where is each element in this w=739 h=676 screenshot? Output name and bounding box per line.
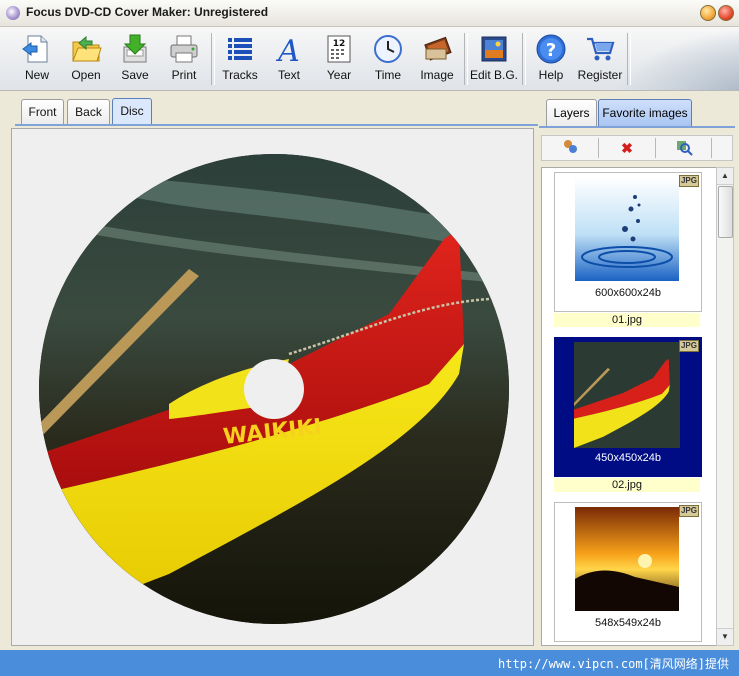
- tab-favorite-images[interactable]: Favorite images: [598, 99, 692, 126]
- design-canvas[interactable]: WAIKIKI: [11, 128, 534, 646]
- close-button[interactable]: [718, 5, 734, 21]
- jpg-format-badge: JPG: [678, 175, 699, 187]
- image-thumbnail: [575, 177, 679, 281]
- favorite-image-item[interactable]: JPG 600x600x24b: [554, 172, 702, 312]
- toolbar-separator: [655, 138, 656, 158]
- image-dimensions: 600x600x24b: [594, 287, 662, 299]
- image-icon: [424, 36, 452, 61]
- print-button[interactable]: Print: [160, 31, 208, 87]
- open-button[interactable]: Open: [62, 31, 110, 87]
- image-filename: 01.jpg: [554, 313, 700, 327]
- jpg-format-badge: JPG: [678, 505, 699, 517]
- side-tab-underline: [539, 126, 735, 128]
- favorites-scrollbar[interactable]: ▲ ▼: [716, 167, 734, 646]
- find-favorite-button[interactable]: [659, 138, 709, 158]
- search-image-icon: [677, 141, 693, 156]
- image-filename: 02.jpg: [554, 478, 700, 492]
- toolbar-separator: [522, 33, 526, 85]
- help-icon: ?: [536, 34, 566, 64]
- image-dimensions: 450x450x24b: [594, 452, 662, 464]
- main-toolbar: New Open Save Print Tracks A Text 12 Yea…: [0, 27, 739, 91]
- toolbar-separator: [627, 33, 631, 85]
- edit-background-button[interactable]: Edit B.G.: [470, 31, 518, 87]
- add-favorite-button[interactable]: [546, 138, 596, 158]
- tracks-button[interactable]: Tracks: [216, 31, 264, 87]
- tab-front[interactable]: Front: [21, 99, 64, 124]
- tab-back[interactable]: Back: [67, 99, 110, 124]
- watermark-text: http://www.vipcn.com[清风网络]提供: [498, 657, 729, 671]
- new-document-icon: [22, 35, 48, 63]
- year-button[interactable]: 12 Year: [315, 31, 363, 87]
- disc-artwork: WAIKIKI: [39, 154, 509, 624]
- image-button[interactable]: Image: [413, 31, 461, 87]
- background-image-icon: [481, 36, 507, 62]
- text-button[interactable]: A Text: [265, 31, 313, 87]
- cover-editor-panel: Front Back Disc WAIKIKI: [7, 95, 538, 648]
- text-letter-icon: A: [275, 34, 300, 65]
- tab-underline: [15, 124, 538, 126]
- toolbar-separator: [598, 138, 599, 158]
- tab-disc[interactable]: Disc: [112, 98, 152, 125]
- svg-text:A: A: [275, 34, 300, 65]
- minimize-button[interactable]: [700, 5, 716, 21]
- clock-icon: [374, 35, 402, 63]
- help-button[interactable]: ? Help: [527, 31, 575, 87]
- favorite-image-item-selected[interactable]: JPG 450x450x24b: [554, 337, 702, 477]
- save-button[interactable]: Save: [111, 31, 159, 87]
- calendar-icon: 12: [327, 35, 351, 63]
- favorite-images-list[interactable]: JPG 600x600x24b 01.jpg JPG 450x450x24b 0…: [541, 167, 717, 646]
- disc-label-preview[interactable]: WAIKIKI: [39, 154, 509, 624]
- printer-icon: [170, 35, 198, 63]
- open-folder-icon: [72, 35, 102, 62]
- toolbar-separator: [464, 33, 468, 85]
- shopping-cart-icon: [587, 37, 615, 61]
- image-dimensions: 548x549x24b: [594, 617, 662, 629]
- new-button[interactable]: New: [13, 31, 61, 87]
- image-thumbnail: [575, 507, 679, 611]
- status-bar: http://www.vipcn.com[清风网络]提供: [0, 650, 739, 676]
- title-bar: Focus DVD-CD Cover Maker: Unregistered: [0, 0, 739, 27]
- favorite-image-item[interactable]: JPG 548x549x24b: [554, 502, 702, 642]
- register-button[interactable]: Register: [576, 31, 624, 87]
- scroll-down-arrow-icon[interactable]: ▼: [717, 628, 733, 645]
- jpg-format-badge: JPG: [678, 340, 699, 352]
- side-panel: Layers Favorite images ✖ JPG 600x600x24b…: [539, 95, 735, 648]
- toolbar-separator: [711, 138, 712, 158]
- delete-icon: ✖: [621, 140, 633, 156]
- scroll-up-arrow-icon[interactable]: ▲: [717, 168, 733, 185]
- app-icon: [6, 6, 20, 20]
- time-button[interactable]: Time: [364, 31, 412, 87]
- scrollbar-thumb[interactable]: [718, 186, 733, 238]
- window-title: Focus DVD-CD Cover Maker: Unregistered: [26, 5, 269, 19]
- save-icon: [123, 34, 147, 63]
- favorites-toolbar: ✖: [541, 135, 733, 161]
- image-thumbnail: [574, 342, 680, 448]
- toolbar-separator: [211, 33, 215, 85]
- svg-text:12: 12: [333, 39, 346, 49]
- tracks-list-icon: [228, 38, 252, 60]
- tab-layers[interactable]: Layers: [546, 99, 597, 126]
- add-image-icon: [564, 140, 577, 153]
- delete-favorite-button[interactable]: ✖: [602, 138, 652, 158]
- svg-text:?: ?: [546, 40, 556, 61]
